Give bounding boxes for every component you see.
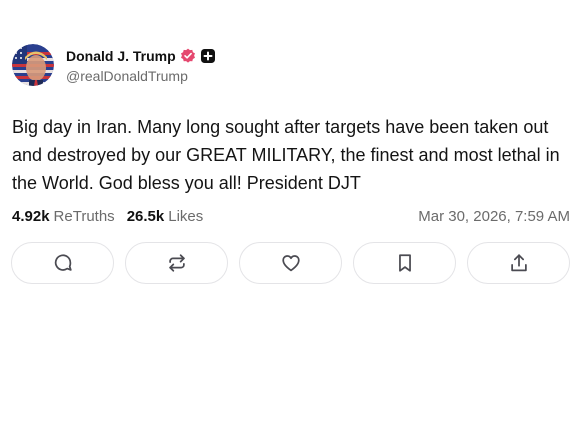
post-stats: 4.92k ReTruths 26.5k Likes Mar 30, 2026,… <box>12 205 570 227</box>
comment-icon <box>54 254 72 271</box>
reply-button[interactable] <box>11 242 114 284</box>
name-row: Donald J. Trump <box>66 46 216 66</box>
profile-avatar-icon[interactable] <box>12 44 54 86</box>
action-bar <box>11 242 570 284</box>
share-icon <box>510 254 527 272</box>
heart-icon <box>281 255 300 272</box>
repost-icon <box>168 254 185 272</box>
truth-post: Donald J. Trump @realDonaldTrump Big day… <box>0 0 583 447</box>
verified-badge-icon <box>180 48 196 64</box>
post-header: Donald J. Trump @realDonaldTrump <box>12 44 216 86</box>
display-name[interactable]: Donald J. Trump <box>66 48 176 64</box>
likes-count: 26.5k <box>126 207 165 225</box>
bookmark-icon <box>398 254 411 272</box>
retruths-stat[interactable]: 4.92k ReTruths <box>12 208 115 225</box>
retruths-label: ReTruths <box>53 207 115 225</box>
likes-label: Likes <box>168 207 204 225</box>
post-timestamp[interactable]: Mar 30, 2026, 7:59 AM <box>418 208 570 225</box>
retruth-button[interactable] <box>125 242 228 284</box>
like-button[interactable] <box>239 242 342 284</box>
plus-badge-icon <box>200 48 216 64</box>
user-handle[interactable]: @realDonaldTrump <box>66 68 216 84</box>
bookmark-button[interactable] <box>353 242 456 284</box>
share-button[interactable] <box>467 242 570 284</box>
likes-stat[interactable]: 26.5k Likes <box>127 208 204 225</box>
author-names: Donald J. Trump @realDonaldTrump <box>66 46 216 84</box>
post-text: Big day in Iran. Many long sought after … <box>12 117 565 193</box>
retruths-count: 4.92k <box>12 207 50 225</box>
